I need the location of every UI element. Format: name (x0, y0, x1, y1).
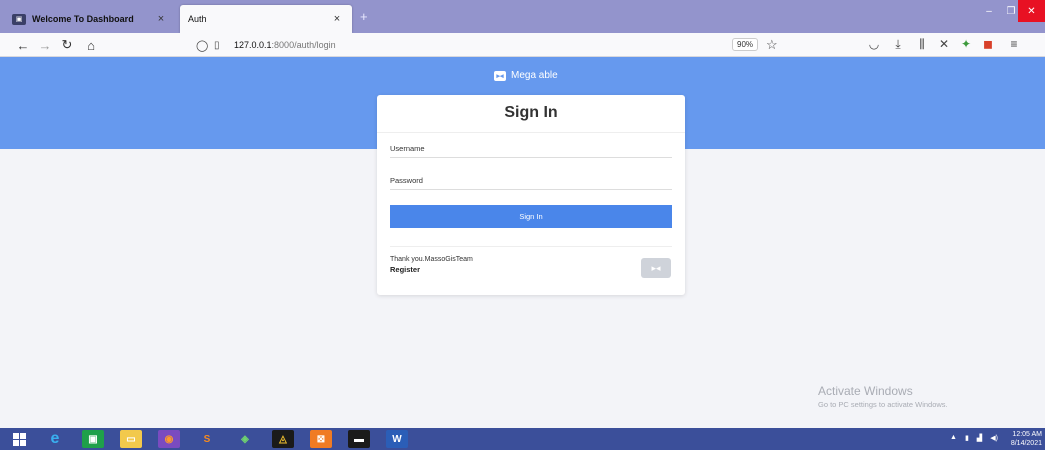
brand-logo-icon: ▸◂ (494, 70, 506, 81)
divider (377, 132, 685, 133)
register-link[interactable]: Register (390, 265, 420, 274)
divider (390, 246, 672, 247)
internet-explorer-icon[interactable]: e (44, 430, 66, 448)
word-icon[interactable]: W (386, 430, 408, 448)
library-icon[interactable]: ⫼ (914, 37, 930, 52)
watermark-subtitle: Go to PC settings to activate Windows. (818, 400, 948, 409)
show-hidden-icons-icon[interactable]: ▲ (950, 434, 957, 442)
bookmark-star-icon[interactable]: ☆ (766, 37, 778, 53)
taskbar-clock[interactable]: 12:05 AM 8/14/2021 (1000, 430, 1042, 448)
windows-taskbar: e ▣ ▭ ◉ S ◈ ◬ ⊠ ▬ W ▲ ▮ ▟ ◀) 12:05 AM 8/… (0, 428, 1045, 450)
close-tab-icon[interactable]: × (330, 13, 344, 25)
battery-icon[interactable]: ▮ (965, 434, 969, 442)
new-tab-button[interactable]: + (360, 9, 368, 24)
xampp-icon[interactable]: ⊠ (310, 430, 332, 448)
close-tab-icon[interactable]: × (154, 13, 168, 25)
reload-icon[interactable]: ↻ (58, 36, 76, 54)
tab-auth[interactable]: Auth × (180, 5, 352, 33)
network-app-icon[interactable]: ◈ (234, 430, 256, 448)
back-arrow-icon[interactable]: ← (14, 36, 32, 54)
password-input[interactable] (390, 176, 672, 185)
username-field (390, 140, 672, 158)
system-tray[interactable]: ▲ ▮ ▟ ◀) (950, 434, 998, 442)
url-path: :8000/auth/login (271, 40, 336, 50)
home-icon[interactable]: ⌂ (82, 36, 100, 54)
volume-icon[interactable]: ◀) (990, 434, 998, 442)
zoom-level-indicator[interactable]: 90% (732, 38, 759, 51)
sign-in-button[interactable]: Sign In (390, 205, 672, 228)
username-input[interactable] (390, 144, 672, 153)
activate-windows-watermark: Activate Windows Go to PC settings to ac… (818, 384, 948, 409)
tracking-protection-shield-icon[interactable]: ◯ (196, 39, 210, 52)
start-button-windows-icon[interactable] (8, 430, 30, 448)
forward-arrow-icon[interactable]: → (36, 36, 54, 54)
extension-red-icon[interactable]: ◼ (980, 37, 996, 51)
brand-name: Mega able (511, 70, 558, 81)
thanks-text: Thank you.MassoGisTeam (390, 256, 473, 263)
extension-x-icon[interactable]: ✕ (936, 37, 952, 51)
network-signal-icon[interactable]: ▟ (977, 434, 982, 442)
tab-title: Welcome To Dashboard (32, 14, 134, 24)
tab-welcome-dashboard[interactable]: ▣ Welcome To Dashboard × (4, 5, 176, 33)
sublime-text-icon[interactable]: S (196, 430, 218, 448)
login-card: Sign In Sign In Thank you.MassoGisTeam R… (377, 95, 685, 295)
dashboard-favicon-icon: ▣ (12, 13, 26, 25)
command-prompt-icon[interactable]: ▬ (348, 430, 370, 448)
password-field (390, 172, 672, 190)
clock-date: 8/14/2021 (1010, 440, 1042, 447)
pocket-icon[interactable]: ◡ (866, 37, 882, 51)
tab-title: Auth (188, 14, 207, 24)
page-info-icon[interactable]: ▯ (214, 40, 228, 51)
login-title: Sign In (504, 104, 558, 121)
android-studio-icon[interactable]: ◬ (272, 430, 294, 448)
card-logo-icon: ▸◂ (641, 258, 671, 278)
close-window-button[interactable]: ✕ (1018, 0, 1045, 22)
menu-hamburger-icon[interactable]: ≡ (1006, 37, 1022, 51)
extension-bug-icon[interactable]: ✦ (958, 37, 974, 51)
page-content: ▸◂ Mega able Sign In Sign In Thank you.M… (0, 57, 1045, 428)
file-explorer-icon[interactable]: ▭ (120, 430, 142, 448)
browser-navigation-bar: ← → ↻ ⌂ ◯ ▯ 127.0.0.1:8000/auth/login 90… (0, 33, 1045, 57)
clock-time: 12:05 AM (1012, 431, 1042, 438)
minimize-window-button[interactable]: – (978, 0, 1000, 22)
browser-tab-strip: ▣ Welcome To Dashboard × Auth × + – ❐ ✕ (0, 0, 1045, 33)
url-host: 127.0.0.1 (234, 40, 272, 50)
address-bar[interactable]: ◯ ▯ 127.0.0.1:8000/auth/login (180, 35, 790, 55)
firefox-icon[interactable]: ◉ (158, 430, 180, 448)
watermark-title: Activate Windows (818, 384, 913, 398)
store-icon[interactable]: ▣ (82, 430, 104, 448)
download-icon[interactable]: ⤓ (890, 37, 906, 52)
brand-logo[interactable]: ▸◂ Mega able (494, 70, 558, 81)
